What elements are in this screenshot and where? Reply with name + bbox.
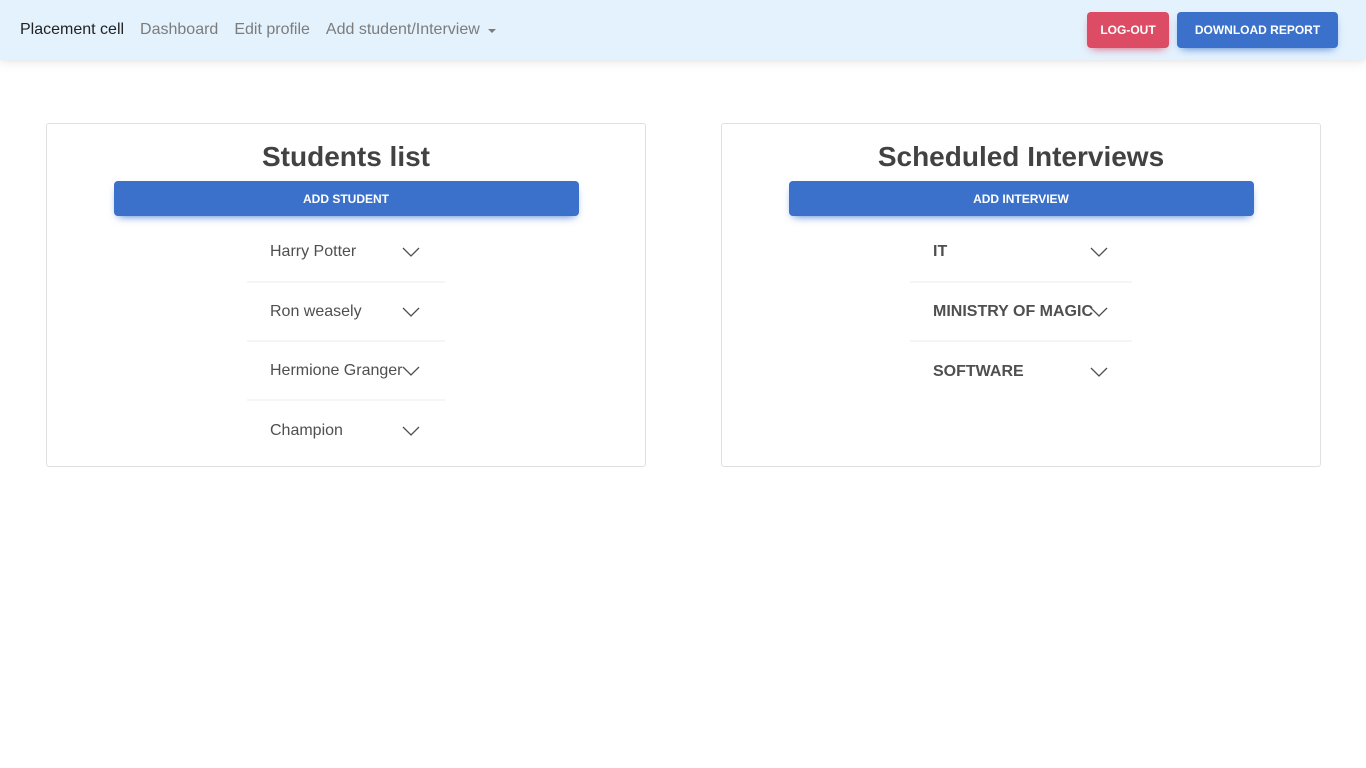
interviews-card: Scheduled Interviews ADD INTERVIEW IT MI…: [721, 123, 1321, 467]
brand-link[interactable]: Placement cell: [20, 20, 124, 40]
interview-item[interactable]: MINISTRY OF MAGIC: [910, 283, 1132, 342]
students-card-title: Students list: [261, 141, 430, 172]
student-item[interactable]: Harry Potter: [247, 222, 445, 283]
student-item[interactable]: Hermione Granger: [247, 342, 445, 401]
navbar: Placement cell Dashboard Edit profile Ad…: [0, 0, 1366, 60]
company-name: IT: [933, 242, 948, 260]
company-name: SOFTWARE: [933, 362, 1024, 380]
students-accordion: Harry Potter Ron weasely Hermione Grange…: [247, 222, 445, 460]
logout-button[interactable]: LOG-OUT: [1087, 12, 1169, 48]
chevron-down-icon: [1090, 307, 1108, 317]
nav-link-dashboard[interactable]: Dashboard: [140, 20, 218, 40]
interview-item[interactable]: SOFTWARE: [910, 342, 1132, 401]
chevron-down-icon: [1090, 247, 1108, 257]
nav-link-edit-profile[interactable]: Edit profile: [234, 20, 310, 40]
student-item[interactable]: Champion: [247, 401, 445, 460]
student-name: Harry Potter: [270, 242, 357, 260]
add-student-button[interactable]: ADD STUDENT: [113, 181, 579, 216]
chevron-down-icon: [402, 366, 420, 376]
nav-actions: LOG-OUT DOWNLOAD REPORT: [1087, 12, 1338, 48]
nav-dropdown-add-student-interview[interactable]: Add student/Interview: [326, 20, 496, 40]
interviews-card-title: Scheduled Interviews: [877, 141, 1165, 172]
interview-item[interactable]: IT: [910, 222, 1132, 283]
chevron-down-icon: [402, 247, 420, 257]
student-name: Ron weasely: [270, 302, 362, 320]
download-report-button[interactable]: DOWNLOAD REPORT: [1177, 12, 1338, 48]
chevron-down-icon: [402, 307, 420, 317]
students-card: Students list ADD STUDENT Harry Potter R…: [46, 123, 646, 467]
caret-down-icon: [487, 29, 496, 33]
chevron-down-icon: [402, 426, 420, 436]
student-name: Hermione Granger: [270, 361, 403, 379]
add-interview-button[interactable]: ADD INTERVIEW: [788, 181, 1254, 216]
interviews-accordion: IT MINISTRY OF MAGIC SOFTWARE: [910, 222, 1132, 401]
chevron-down-icon: [1090, 367, 1108, 377]
company-name: MINISTRY OF MAGIC: [933, 302, 1093, 320]
student-name: Champion: [270, 421, 343, 439]
student-item[interactable]: Ron weasely: [247, 283, 445, 342]
nav-dropdown-label: Add student/Interview: [325, 21, 480, 38]
